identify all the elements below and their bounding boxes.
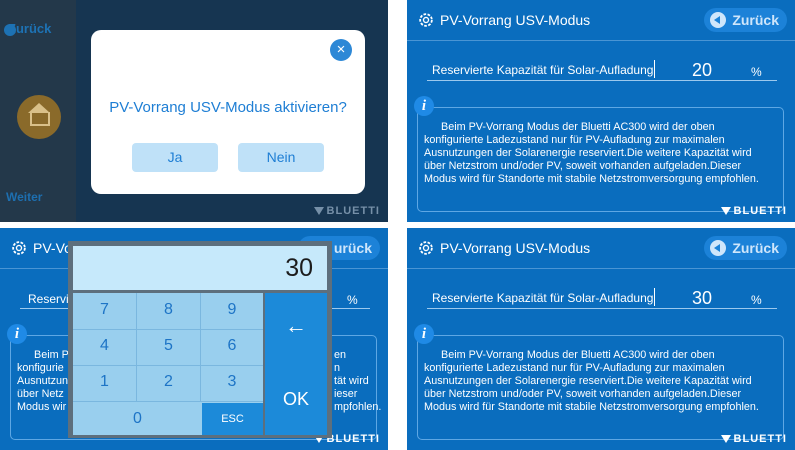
home-icon[interactable] [17, 95, 61, 139]
info-text-right: en n tät wird ieser mpfohlen. [334, 349, 384, 414]
confirm-dialog: × PV-Vorrang USV-Modus aktivieren? Ja Ne… [91, 30, 365, 194]
gear-icon [12, 241, 26, 255]
divider [654, 288, 655, 306]
panel-keypad: PV-Vo urück Reservie % i Beim PV konfigu… [0, 228, 388, 450]
close-icon[interactable]: × [330, 39, 352, 61]
info-line: n [334, 362, 341, 374]
settings-screen: PV-Vorrang USV-Modus Zurück Reservierte … [407, 0, 795, 222]
info-line: mpfohlen. [334, 401, 382, 413]
key-7[interactable]: 7 [73, 301, 136, 319]
backspace-icon[interactable]: ← [265, 313, 327, 339]
setting-label: Reservierte Kapazität für Solar-Aufladun… [432, 291, 654, 305]
underline [427, 80, 777, 81]
info-line: Ausnutzungen der Solarenergie reserviert… [424, 375, 752, 387]
info-line: konfigurierte Ladezustand nur für PV-Auf… [424, 362, 725, 374]
key-1[interactable]: 1 [73, 373, 136, 391]
back-button[interactable]: Zurück [704, 8, 787, 32]
setting-label: Reservierte Kapazität für Solar-Aufladun… [432, 63, 654, 77]
info-line: Modus wird für Standorte mit stabile Net… [424, 173, 759, 185]
key-0[interactable]: 0 [73, 410, 202, 428]
dialog-question: PV-Vorrang USV-Modus aktivieren? [109, 99, 347, 116]
esc-key[interactable]: ESC [202, 403, 263, 435]
bluetti-logo: BLUETTI [313, 205, 380, 217]
back-button[interactable]: Zurück [704, 236, 787, 260]
bluetti-logo: BLUETTI [720, 205, 787, 217]
info-line: über Netzstrom und/oder PV, soweit vorha… [424, 388, 742, 400]
capacity-value-field[interactable]: 30 [675, 288, 729, 309]
keypad-grid: 7 8 9 4 5 6 1 2 3 0 ESC [73, 293, 263, 435]
next-button-label[interactable]: Weiter [6, 190, 42, 204]
key-2[interactable]: 2 [137, 373, 200, 391]
bluetti-logo-icon [313, 207, 324, 216]
yes-button[interactable]: Ja [132, 143, 218, 172]
info-text: Beim PV-Vorrang Modus der Bluetti AC300 … [424, 349, 784, 414]
info-line: en [334, 349, 347, 361]
info-line: ieser [334, 388, 358, 400]
bluetti-logo-icon [720, 435, 731, 444]
key-4[interactable]: 4 [73, 337, 136, 355]
numeric-keypad: 30 7 8 9 4 5 6 1 2 3 0 ESC ← OK [68, 241, 332, 438]
page-title: PV-Vorrang USV-Modus [440, 240, 591, 256]
info-line: konfigurierte Ladezustand nur für PV-Auf… [424, 134, 725, 146]
key-8[interactable]: 8 [137, 301, 200, 319]
info-line: Beim PV-Vorrang Modus der Bluetti AC300 … [441, 121, 715, 133]
header: PV-Vorrang USV-Modus Zurück [407, 228, 795, 269]
divider [73, 329, 263, 330]
back-button-label[interactable]: Zurück [8, 21, 51, 36]
back-arrow-icon [710, 12, 727, 28]
keypad-display: 30 [73, 246, 327, 290]
panel-activate-dialog: Zurück Weiter BLUETTI × PV-Vorrang USV-M… [0, 0, 388, 222]
panel-settings-20: PV-Vorrang USV-Modus Zurück Reservierte … [407, 0, 795, 222]
no-button[interactable]: Nein [238, 143, 324, 172]
info-text: Beim PV-Vorrang Modus der Bluetti AC300 … [424, 121, 784, 186]
info-icon: i [7, 324, 27, 344]
divider [73, 401, 263, 402]
left-sidebar: Zurück Weiter [0, 0, 76, 222]
info-line: über Netzstrom und/oder PV, soweit vorha… [424, 160, 742, 172]
divider [654, 60, 655, 78]
keypad-display-value: 30 [285, 254, 313, 282]
info-icon: i [414, 324, 434, 344]
gear-icon [419, 13, 433, 27]
unit-label: % [751, 293, 762, 307]
keypad-side-column: ← OK [265, 293, 327, 435]
key-5[interactable]: 5 [137, 337, 200, 355]
page-title: PV-Vo [33, 240, 72, 256]
info-line: tät wird [334, 375, 369, 387]
gear-icon [419, 241, 433, 255]
panel-settings-30: PV-Vorrang USV-Modus Zurück Reservierte … [407, 228, 795, 450]
info-line: Beim PV-Vorrang Modus der Bluetti AC300 … [441, 349, 715, 361]
bluetti-logo-icon [720, 207, 731, 216]
bluetti-logo: BLUETTI [720, 433, 787, 445]
key-6[interactable]: 6 [201, 337, 263, 355]
info-icon: i [414, 96, 434, 116]
unit-label: % [347, 293, 358, 307]
underline [427, 308, 777, 309]
unit-label: % [751, 65, 762, 79]
header: PV-Vorrang USV-Modus Zurück [407, 0, 795, 41]
info-line: Ausnutzungen der Solarenergie reserviert… [424, 147, 752, 159]
capacity-value-field[interactable]: 20 [675, 60, 729, 81]
divider [73, 365, 263, 366]
key-9[interactable]: 9 [201, 301, 263, 319]
back-arrow-icon [710, 240, 727, 256]
ok-button[interactable]: OK [265, 389, 327, 410]
info-line: Modus wird für Standorte mit stabile Net… [424, 401, 759, 413]
key-3[interactable]: 3 [201, 373, 263, 391]
settings-screen: PV-Vorrang USV-Modus Zurück Reservierte … [407, 228, 795, 450]
page-title: PV-Vorrang USV-Modus [440, 12, 591, 28]
